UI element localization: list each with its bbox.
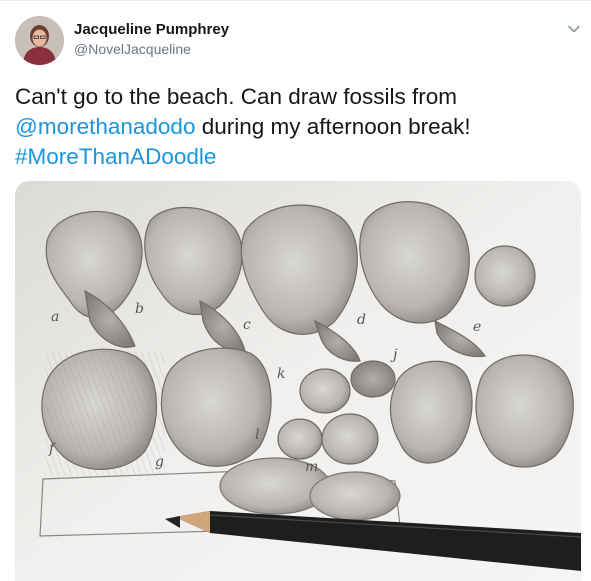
avatar-image	[15, 16, 64, 65]
fossil-sketch-photo: a b c d j e k f g l m	[15, 181, 581, 581]
sketch-label-b: b	[135, 301, 144, 317]
sketch-label-g: g	[155, 454, 164, 470]
tweet-text-rest: during my afternoon break!	[195, 114, 471, 139]
hashtag-link[interactable]: #MoreThanADoodle	[15, 144, 216, 169]
sketch-label-e: e	[473, 319, 481, 335]
author-name[interactable]: Jacqueline Pumphrey	[74, 21, 229, 38]
sketch-label-m: m	[305, 459, 318, 475]
sketch-label-l: l	[255, 427, 259, 443]
tweet-text-line-2: @morethanadodo during my afternoon break…	[15, 112, 580, 142]
sketch-label-a: a	[51, 309, 59, 325]
sketch-shell-g	[160, 347, 272, 467]
tweet-text: Can't go to the beach. Can draw fossils …	[15, 82, 580, 172]
sketch-label-d: d	[357, 312, 366, 328]
sketch-label-k: k	[277, 366, 285, 382]
tweet-text-line-1: Can't go to the beach. Can draw fossils …	[15, 84, 458, 109]
avatar[interactable]	[15, 16, 64, 65]
mention-link[interactable]: @morethanadodo	[15, 114, 195, 139]
sketch-label-c: c	[243, 317, 251, 333]
top-divider	[0, 0, 591, 1]
tweet-media-photo[interactable]: a b c d j e k f g l m	[15, 181, 581, 581]
sketch-shell-f	[41, 348, 165, 476]
chevron-down-icon[interactable]	[567, 22, 581, 36]
author-handle[interactable]: @NovelJacqueline	[74, 41, 191, 57]
tweet-text-line-3: #MoreThanADoodle	[15, 142, 580, 172]
